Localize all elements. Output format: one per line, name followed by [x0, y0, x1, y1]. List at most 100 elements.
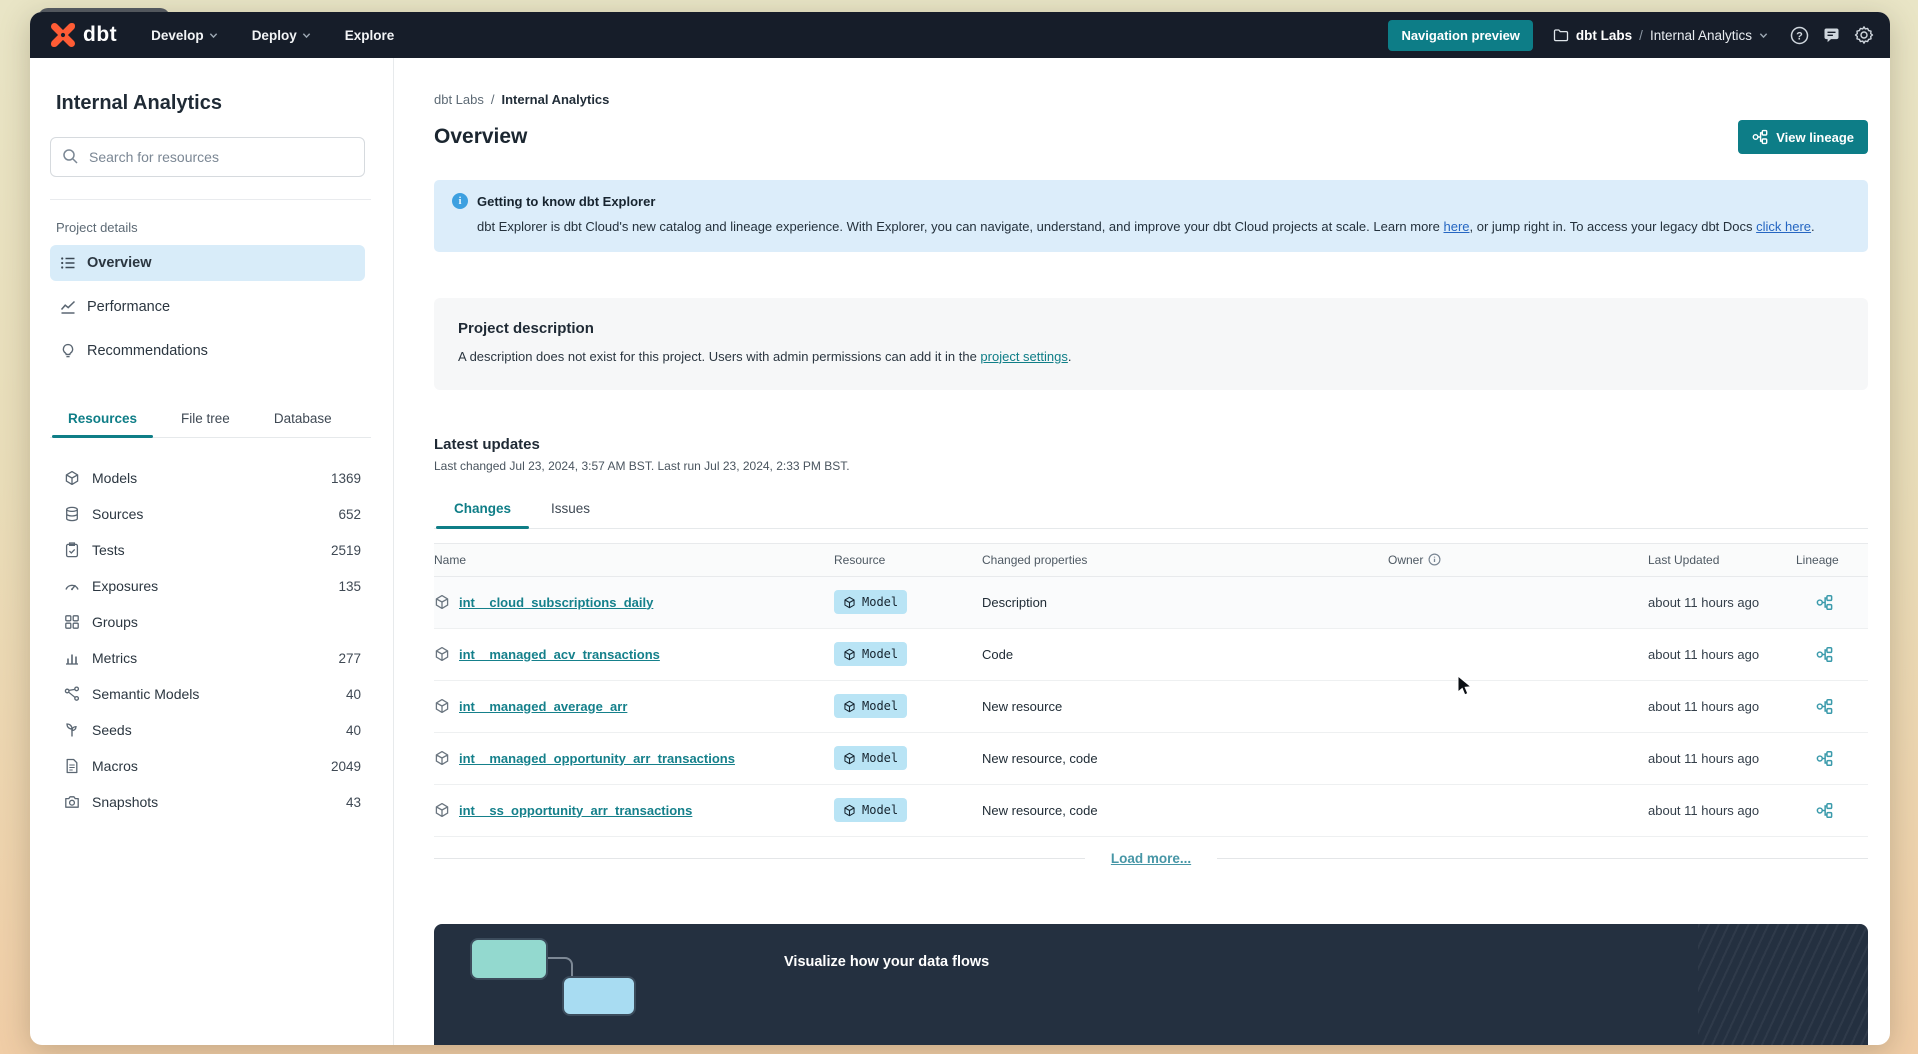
resource-badge: Model	[834, 798, 908, 822]
resource-badge: Model	[834, 694, 908, 718]
view-lineage-button[interactable]: View lineage	[1738, 120, 1868, 154]
sidebar-item-snapshots[interactable]: Snapshots 43	[50, 784, 365, 820]
divider	[1217, 857, 1869, 859]
model-link[interactable]: int__ss_opportunity_arr_transactions	[459, 803, 692, 818]
changed-properties: New resource, code	[982, 750, 1098, 766]
sidebar-item-seeds[interactable]: Seeds 40	[50, 712, 365, 748]
breadcrumb-project: Internal Analytics	[501, 92, 610, 107]
project-description-title: Project description	[458, 319, 594, 337]
sidebar-item-models[interactable]: Models 1369	[50, 460, 365, 496]
model-icon	[435, 802, 449, 818]
search-input[interactable]	[50, 137, 365, 177]
changed-properties: New resource	[982, 698, 1063, 714]
account-switcher[interactable]: dbt Labs / Internal Analytics	[1553, 27, 1768, 43]
list-icon	[61, 257, 75, 269]
top-menu: Develop Deploy Explore	[151, 28, 394, 43]
last-updated: about 11 hours ago	[1648, 594, 1760, 610]
sidebar-item-recommendations[interactable]: Recommendations	[50, 333, 365, 369]
table-row[interactable]: int__managed_opportunity_arr_transaction…	[434, 733, 1868, 785]
feedback-icon[interactable]	[1822, 26, 1841, 45]
menu-explore[interactable]: Explore	[345, 28, 395, 43]
cube-icon	[844, 804, 855, 816]
clipboard-check-icon	[65, 542, 79, 558]
sidebar-item-sources[interactable]: Sources 652	[50, 496, 365, 532]
updates-tabs: Changes Issues	[434, 493, 1868, 529]
menu-develop[interactable]: Develop	[151, 28, 218, 43]
tab-resources[interactable]: Resources	[50, 403, 155, 438]
table-row[interactable]: int__managed_acv_transactions Model Code…	[434, 629, 1868, 681]
sidebar-item-semantic-models[interactable]: Semantic Models 40	[50, 676, 365, 712]
project-settings-link[interactable]: project settings	[980, 349, 1067, 364]
sidebar-item-overview[interactable]: Overview	[50, 245, 365, 281]
last-updated: about 11 hours ago	[1648, 802, 1760, 818]
divider	[50, 199, 371, 200]
load-more-row: Load more...	[434, 851, 1869, 866]
table-header: Name Resource Changed properties Owner L…	[434, 542, 1868, 577]
tab-issues[interactable]: Issues	[531, 493, 610, 528]
table-row[interactable]: int__managed_average_arr Model New resou…	[434, 681, 1868, 733]
breadcrumb-account[interactable]: dbt Labs	[434, 92, 484, 107]
topnav-right: Navigation preview dbt Labs / Internal A…	[1388, 19, 1874, 51]
row-lineage-icon[interactable]	[1816, 646, 1833, 663]
resource-badge: Model	[834, 746, 908, 770]
latest-updates-subtitle: Last changed Jul 23, 2024, 3:57 AM BST. …	[434, 458, 850, 473]
nav-utility-icons: ?	[1790, 25, 1874, 45]
table-row[interactable]: int__cloud_subscriptions_daily Model Des…	[434, 576, 1868, 629]
gear-icon[interactable]	[1854, 25, 1874, 45]
sidebar-item-groups[interactable]: Groups	[50, 604, 365, 640]
tab-changes[interactable]: Changes	[434, 493, 531, 529]
model-icon	[435, 594, 449, 610]
model-link[interactable]: int__managed_opportunity_arr_transaction…	[459, 751, 735, 766]
help-icon[interactable]: ?	[1790, 26, 1809, 45]
sidebar: Internal Analytics Project details Overv…	[30, 58, 394, 1045]
row-lineage-icon[interactable]	[1816, 750, 1833, 767]
sidebar-item-metrics[interactable]: Metrics 277	[50, 640, 365, 676]
project-description-body: A description does not exist for this pr…	[458, 348, 1072, 364]
dbt-logo[interactable]: dbt	[50, 22, 117, 48]
menu-deploy[interactable]: Deploy	[252, 28, 311, 43]
lineage-promo-banner[interactable]: Visualize how your data flows	[434, 923, 1868, 1045]
cube-icon	[65, 470, 79, 486]
row-lineage-icon[interactable]	[1816, 802, 1833, 819]
sidebar-item-tests[interactable]: Tests 2519	[50, 532, 365, 568]
resource-badge: Model	[834, 590, 908, 614]
search-icon	[62, 148, 79, 170]
navigation-preview-button[interactable]: Navigation preview	[1388, 19, 1533, 51]
grid-icon	[65, 615, 79, 629]
tab-database[interactable]: Database	[256, 403, 350, 437]
legacy-docs-link[interactable]: click here	[1756, 219, 1811, 234]
col-lineage: Lineage	[1796, 552, 1839, 567]
project-description-card: Project description A description does n…	[434, 297, 1868, 390]
database-icon	[66, 506, 78, 522]
model-icon	[435, 646, 449, 662]
row-lineage-icon[interactable]	[1816, 698, 1833, 715]
changed-properties: New resource, code	[982, 802, 1098, 818]
tab-file-tree[interactable]: File tree	[163, 403, 248, 437]
main-content: dbt Labs / Internal Analytics Overview V…	[394, 58, 1890, 1045]
page-title: Overview	[434, 125, 528, 148]
sidebar-item-macros[interactable]: Macros 2049	[50, 748, 365, 784]
learn-more-link[interactable]: here	[1443, 219, 1469, 234]
lineage-preview-node	[470, 937, 548, 980]
table-row[interactable]: int__ss_opportunity_arr_transactions Mod…	[434, 785, 1868, 837]
changed-properties: Description	[982, 594, 1048, 610]
row-lineage-icon[interactable]	[1816, 594, 1833, 611]
load-more-link[interactable]: Load more...	[1111, 851, 1191, 866]
col-name: Name	[434, 552, 467, 567]
model-icon	[435, 698, 449, 714]
search-box	[50, 137, 365, 177]
sidebar-item-exposures[interactable]: Exposures 135	[50, 568, 365, 604]
owner-info-icon[interactable]	[1428, 553, 1441, 566]
project-name: Internal Analytics	[1649, 27, 1752, 43]
col-changed-properties: Changed properties	[982, 552, 1088, 567]
folder-icon	[1553, 29, 1569, 42]
lineage-preview-node	[562, 975, 636, 1016]
sidebar-item-performance[interactable]: Performance	[50, 289, 365, 325]
app-window: dbt Develop Deploy Explore Navigation pr…	[30, 12, 1890, 1045]
gauge-icon	[65, 584, 79, 591]
semantic-graph-icon	[64, 686, 80, 701]
cube-icon	[844, 596, 855, 608]
model-link[interactable]: int__managed_average_arr	[459, 699, 627, 714]
model-link[interactable]: int__managed_acv_transactions	[459, 647, 660, 662]
model-link[interactable]: int__cloud_subscriptions_daily	[459, 595, 653, 610]
